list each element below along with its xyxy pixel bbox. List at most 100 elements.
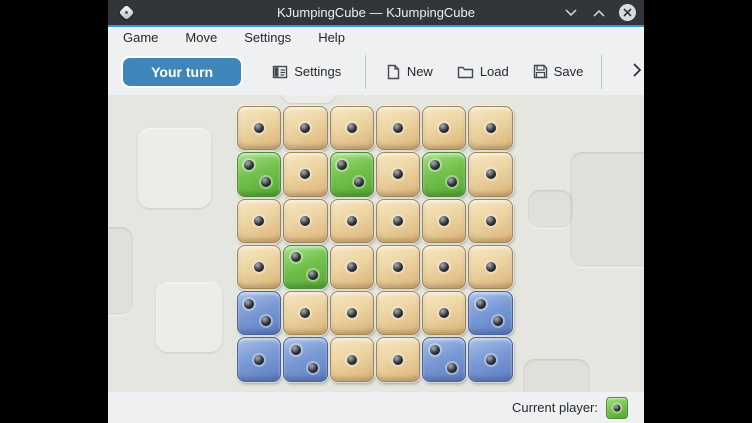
cube-pip <box>486 216 496 226</box>
cube-pip <box>439 123 449 133</box>
cube-pip <box>439 262 449 272</box>
cube-r1-c1[interactable] <box>237 106 281 150</box>
current-player-cube-icon <box>606 397 628 419</box>
game-board-area <box>108 95 644 392</box>
cube-pip <box>347 216 357 226</box>
cube-pip <box>430 160 440 170</box>
cube-pip <box>486 355 496 365</box>
app-window: KJumpingCube — KJumpingCube Game Move Se… <box>108 0 644 423</box>
toolbar-separator <box>601 55 602 89</box>
cube-r5-c6[interactable] <box>468 291 512 335</box>
statusbar: Current player: <box>108 392 644 423</box>
cube-pip <box>244 299 254 309</box>
minimize-icon[interactable] <box>563 5 579 21</box>
cube-r3-c4[interactable] <box>376 199 420 243</box>
titlebar: KJumpingCube — KJumpingCube <box>108 0 644 25</box>
load-button[interactable]: Load <box>451 60 515 83</box>
cube-pip <box>439 308 449 318</box>
cube-r3-c3[interactable] <box>330 199 374 243</box>
cube-pip <box>254 262 264 272</box>
cube-r5-c3[interactable] <box>330 291 374 335</box>
cube-r4-c2[interactable] <box>283 245 327 289</box>
cube-r4-c6[interactable] <box>468 245 512 289</box>
cube-r6-c2[interactable] <box>283 337 327 381</box>
close-icon[interactable] <box>619 4 636 21</box>
cube-pip <box>393 262 403 272</box>
cube-pip <box>393 169 403 179</box>
cube-r4-c3[interactable] <box>330 245 374 289</box>
save-button[interactable]: Save <box>527 60 590 83</box>
toolbar: Your turn Settings New <box>108 48 644 95</box>
toolbar-overflow-button[interactable] <box>630 61 644 82</box>
cube-r2-c1[interactable] <box>237 152 281 196</box>
cube-r6-c6[interactable] <box>468 337 512 381</box>
cube-grid <box>236 105 514 383</box>
cube-r4-c5[interactable] <box>422 245 466 289</box>
cube-pip <box>430 345 440 355</box>
cube-pip <box>261 177 271 187</box>
cube-pip <box>486 123 496 133</box>
settings-button[interactable]: Settings <box>266 60 347 84</box>
cube-r2-c5[interactable] <box>422 152 466 196</box>
cube-r1-c5[interactable] <box>422 106 466 150</box>
cube-pip <box>347 355 357 365</box>
cube-pip <box>486 169 496 179</box>
cube-r3-c1[interactable] <box>237 199 281 243</box>
cube-pip <box>393 308 403 318</box>
new-document-icon <box>386 64 401 80</box>
cube-r1-c3[interactable] <box>330 106 374 150</box>
cube-r1-c6[interactable] <box>468 106 512 150</box>
menu-move[interactable]: Move <box>185 30 217 45</box>
cube-pip <box>308 270 318 280</box>
cube-r2-c3[interactable] <box>330 152 374 196</box>
cube-r5-c4[interactable] <box>376 291 420 335</box>
current-player-label: Current player: <box>512 400 598 415</box>
menubar: Game Move Settings Help <box>108 27 644 48</box>
cube-r1-c2[interactable] <box>283 106 327 150</box>
cube-pip <box>244 160 254 170</box>
cube-pip <box>291 345 301 355</box>
cube-pip <box>254 123 264 133</box>
maximize-icon[interactable] <box>591 5 607 21</box>
cube-r6-c4[interactable] <box>376 337 420 381</box>
cube-pip <box>486 262 496 272</box>
new-button[interactable]: New <box>380 60 439 84</box>
cube-r6-c1[interactable] <box>237 337 281 381</box>
cube-pip <box>300 169 310 179</box>
cube-r3-c6[interactable] <box>468 199 512 243</box>
save-icon <box>533 64 548 79</box>
cube-r6-c3[interactable] <box>330 337 374 381</box>
cube-r3-c2[interactable] <box>283 199 327 243</box>
background-decoration <box>156 282 222 352</box>
menu-help[interactable]: Help <box>318 30 345 45</box>
cube-pip <box>300 216 310 226</box>
cube-pip <box>291 252 301 262</box>
cube-r2-c6[interactable] <box>468 152 512 196</box>
cube-r5-c2[interactable] <box>283 291 327 335</box>
cube-pip <box>393 123 403 133</box>
cube-r5-c5[interactable] <box>422 291 466 335</box>
cube-pip <box>347 262 357 272</box>
cube-pip <box>337 160 347 170</box>
background-decoration <box>108 227 133 315</box>
turn-indicator-button[interactable]: Your turn <box>123 58 241 86</box>
settings-icon <box>272 64 288 80</box>
menu-game[interactable]: Game <box>123 30 158 45</box>
background-decoration <box>523 359 590 392</box>
open-folder-icon <box>457 65 474 79</box>
cube-r4-c4[interactable] <box>376 245 420 289</box>
cube-r3-c5[interactable] <box>422 199 466 243</box>
cube-r6-c5[interactable] <box>422 337 466 381</box>
cube-pip <box>447 363 457 373</box>
cube-pip <box>254 216 264 226</box>
cube-pip <box>347 308 357 318</box>
cube-pip <box>300 308 310 318</box>
menu-settings[interactable]: Settings <box>244 30 291 45</box>
cube-r1-c4[interactable] <box>376 106 420 150</box>
cube-pip <box>393 216 403 226</box>
cube-r5-c1[interactable] <box>237 291 281 335</box>
cube-r2-c4[interactable] <box>376 152 420 196</box>
background-decoration <box>528 190 573 228</box>
cube-r4-c1[interactable] <box>237 245 281 289</box>
cube-r2-c2[interactable] <box>283 152 327 196</box>
